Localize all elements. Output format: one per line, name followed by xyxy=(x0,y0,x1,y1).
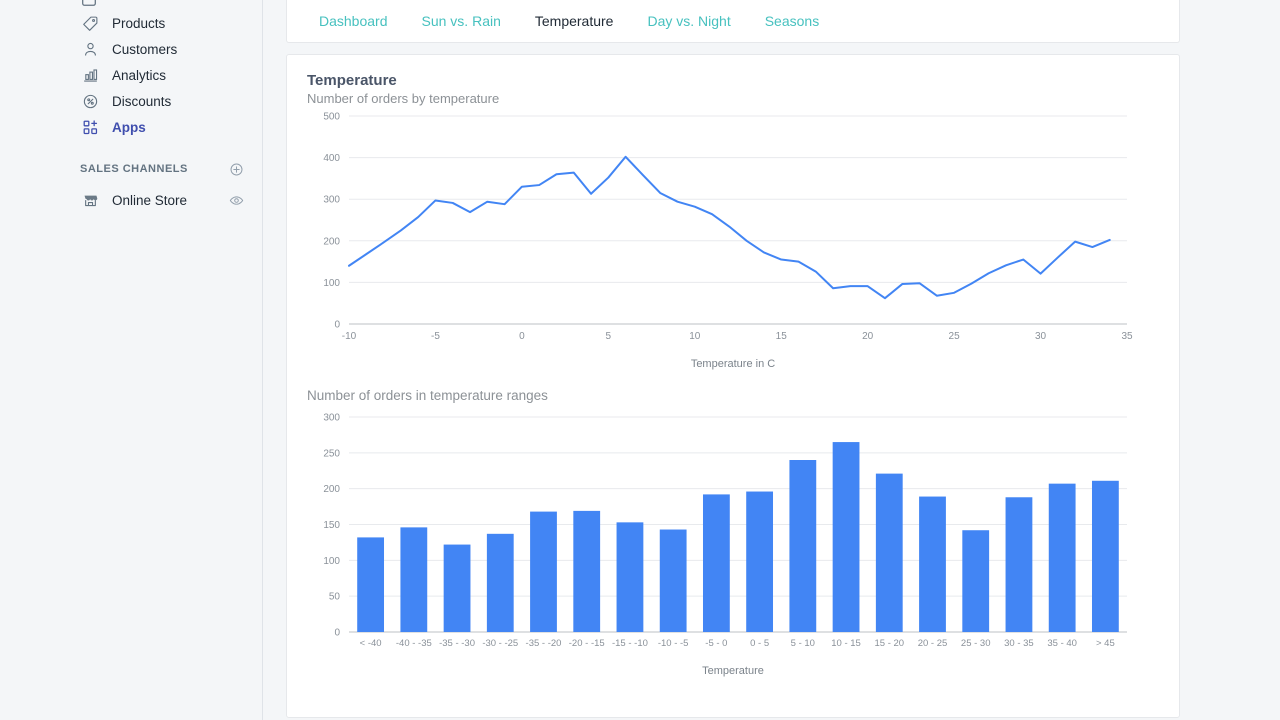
second-chart-heading: Number of orders in temperature ranges xyxy=(307,388,1159,403)
tag-icon xyxy=(80,13,100,33)
tab-seasons[interactable]: Seasons xyxy=(748,13,836,29)
tab-temperature[interactable]: Temperature xyxy=(518,13,631,29)
discount-icon xyxy=(80,91,100,111)
svg-text:400: 400 xyxy=(323,153,340,164)
svg-text:-40 - -35: -40 - -35 xyxy=(396,638,432,649)
main-content: Dashboard Sun vs. Rain Temperature Day v… xyxy=(263,0,1280,720)
svg-text:-5 - 0: -5 - 0 xyxy=(705,638,727,649)
svg-text:50: 50 xyxy=(329,592,341,603)
svg-text:200: 200 xyxy=(323,484,340,495)
svg-text:10: 10 xyxy=(689,331,701,342)
svg-text:30 - 35: 30 - 35 xyxy=(1004,638,1034,649)
svg-text:30: 30 xyxy=(1035,331,1047,342)
sidebar-item-online-store[interactable]: Online Store xyxy=(0,187,262,213)
svg-text:20: 20 xyxy=(862,331,874,342)
sidebar-item-label: Analytics xyxy=(112,68,166,83)
svg-text:5 - 10: 5 - 10 xyxy=(791,638,815,649)
svg-text:25 - 30: 25 - 30 xyxy=(961,638,991,649)
tab-dashboard[interactable]: Dashboard xyxy=(302,13,405,29)
svg-text:-10: -10 xyxy=(342,331,357,342)
svg-text:-5: -5 xyxy=(431,331,440,342)
svg-text:300: 300 xyxy=(323,195,340,206)
sidebar-item-label: Products xyxy=(112,16,165,31)
svg-text:20 - 25: 20 - 25 xyxy=(918,638,948,649)
line-chart: 0 100 200 300 400 500 -10 -5 0 5 10 15 20 25 30 35 Temp… xyxy=(307,106,1159,370)
app-root: Products Customers xyxy=(0,0,1280,720)
svg-text:100: 100 xyxy=(323,556,340,567)
sidebar-item-partial-above[interactable] xyxy=(0,0,262,10)
orders-icon xyxy=(80,0,100,10)
svg-text:35: 35 xyxy=(1121,331,1133,342)
line-chart-svg: 0 100 200 300 400 500 -10 -5 0 5 10 15 20 25 30 35 xyxy=(307,106,1147,356)
line-chart-x-axis-title: Temperature in C xyxy=(307,358,1159,370)
svg-text:< -40: < -40 xyxy=(360,638,382,649)
sidebar-item-customers[interactable]: Customers xyxy=(0,36,262,62)
svg-text:35 - 40: 35 - 40 xyxy=(1047,638,1077,649)
tab-sun-vs-rain[interactable]: Sun vs. Rain xyxy=(405,13,518,29)
bar-chart-icon xyxy=(80,65,100,85)
sidebar-item-analytics[interactable]: Analytics xyxy=(0,62,262,88)
bar-chart: 0 50 100 150 200 250 300 < -40 -40 - -35 -35 - -3… xyxy=(307,409,1159,677)
svg-text:15 - 20: 15 - 20 xyxy=(874,638,904,649)
card-subtitle: Number of orders by temperature xyxy=(307,91,1159,106)
svg-text:-20 - -15: -20 - -15 xyxy=(569,638,605,649)
svg-text:0: 0 xyxy=(334,628,340,639)
sidebar-item-label: Customers xyxy=(112,42,177,57)
svg-text:> 45: > 45 xyxy=(1096,638,1115,649)
bar-chart-x-axis-title: Temperature xyxy=(307,665,1159,677)
sidebar-item-apps[interactable]: Apps xyxy=(0,114,262,140)
svg-text:-35 - -30: -35 - -30 xyxy=(439,638,475,649)
svg-text:10 - 15: 10 - 15 xyxy=(831,638,861,649)
page-title: Temperature xyxy=(307,72,1159,89)
svg-text:150: 150 xyxy=(323,520,340,531)
sidebar-item-products[interactable]: Products xyxy=(0,10,262,36)
svg-text:-30 - -25: -30 - -25 xyxy=(482,638,518,649)
svg-text:25: 25 xyxy=(949,331,961,342)
svg-text:300: 300 xyxy=(323,413,340,424)
svg-text:-15 - -10: -15 - -10 xyxy=(612,638,648,649)
sidebar-item-label: Discounts xyxy=(112,94,171,109)
svg-text:5: 5 xyxy=(606,331,612,342)
bar-chart-svg: 0 50 100 150 200 250 300 < -40 -40 - -35 -35 - -3… xyxy=(307,409,1147,662)
storefront-icon xyxy=(80,190,100,210)
svg-text:0 - 5: 0 - 5 xyxy=(750,638,769,649)
channel-label: Online Store xyxy=(112,193,229,208)
section-label: SALES CHANNELS xyxy=(80,163,229,175)
svg-text:0: 0 xyxy=(334,320,340,331)
sidebar-nav: Products Customers xyxy=(0,10,262,140)
sidebar: Products Customers xyxy=(0,0,263,720)
svg-text:-35 - -20: -35 - -20 xyxy=(526,638,562,649)
svg-text:500: 500 xyxy=(323,112,340,123)
tab-day-vs-night[interactable]: Day vs. Night xyxy=(630,13,747,29)
svg-text:15: 15 xyxy=(776,331,788,342)
svg-text:0: 0 xyxy=(519,331,525,342)
sidebar-item-discounts[interactable]: Discounts xyxy=(0,88,262,114)
plus-circle-icon[interactable] xyxy=(229,162,244,177)
eye-icon[interactable] xyxy=(229,193,244,208)
svg-text:250: 250 xyxy=(323,448,340,459)
temperature-report-card: Temperature Number of orders by temperat… xyxy=(286,54,1180,718)
sales-channels-section-header: SALES CHANNELS xyxy=(0,156,262,182)
svg-text:100: 100 xyxy=(323,278,340,289)
svg-text:-10 - -5: -10 - -5 xyxy=(658,638,689,649)
person-icon xyxy=(80,39,100,59)
tab-bar: Dashboard Sun vs. Rain Temperature Day v… xyxy=(286,0,1180,43)
sidebar-item-label: Apps xyxy=(112,120,146,135)
svg-text:200: 200 xyxy=(323,236,340,247)
apps-icon xyxy=(80,117,100,137)
